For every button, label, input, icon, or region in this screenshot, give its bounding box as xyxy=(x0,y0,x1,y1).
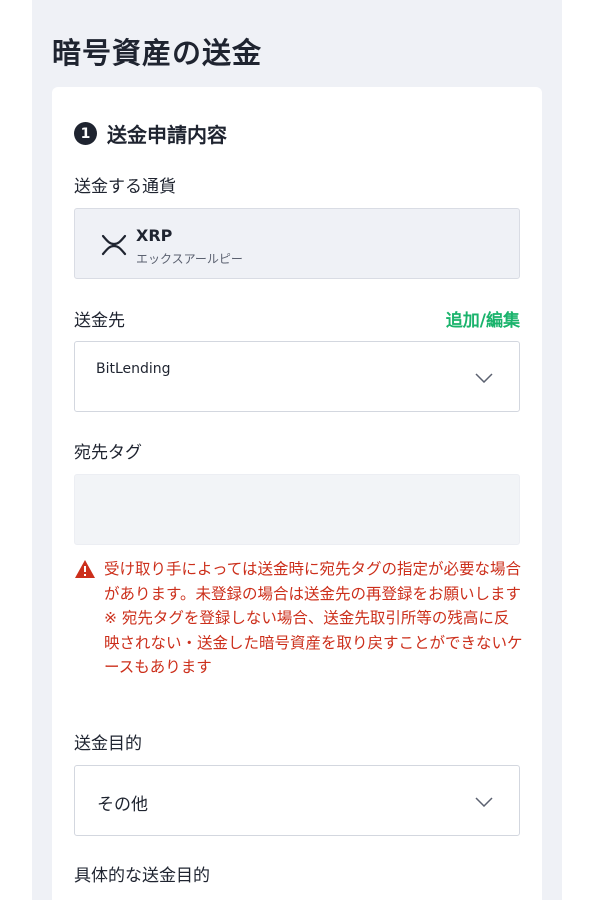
xrp-icon xyxy=(101,234,127,256)
purpose-select[interactable]: その他 xyxy=(74,765,520,836)
section-title: 送金申請内容 xyxy=(107,123,227,147)
page-title: 暗号資産の送金 xyxy=(52,36,263,70)
warning-text-main: 受け取り手によっては送金時に宛先タグの指定が必要な場合があります。未登録の場合は… xyxy=(104,560,521,603)
currency-label: 送金する通貨 xyxy=(74,177,176,197)
currency-display: XRP エックスアールピー xyxy=(74,208,520,279)
destination-tag-input[interactable] xyxy=(74,474,520,545)
destination-label: 送金先 xyxy=(74,311,125,331)
step-number-badge: 1 xyxy=(74,122,97,145)
chevron-down-icon xyxy=(475,797,493,807)
section-header: 1 送金申請内容 xyxy=(74,119,227,148)
currency-name: エックスアールピー xyxy=(136,252,243,266)
destination-tag-warning: 受け取り手によっては送金時に宛先タグの指定が必要な場合があります。未登録の場合は… xyxy=(74,557,524,680)
currency-code: XRP xyxy=(136,226,173,245)
warning-text-note: ※ 宛先タグを登録しない場合、送金先取引所等の残高に反映されない・送金した暗号資… xyxy=(104,609,523,676)
remittance-form-card: 1 送金申請内容 送金する通貨 XRP エックスアールピー 送金先 追加/編集 … xyxy=(52,87,542,900)
destination-select[interactable]: BitLending xyxy=(74,341,520,412)
purpose-detail-label: 具体的な送金目的 xyxy=(74,866,210,886)
chevron-down-icon xyxy=(475,373,493,383)
purpose-selected-value: その他 xyxy=(97,795,148,815)
add-edit-destination-link[interactable]: 追加/編集 xyxy=(446,306,520,331)
purpose-label: 送金目的 xyxy=(74,734,142,754)
warning-triangle-icon xyxy=(75,560,95,578)
destination-tag-label: 宛先タグ xyxy=(74,443,142,463)
page-container: 暗号資産の送金 1 送金申請内容 送金する通貨 XRP エックスアールピー 送金… xyxy=(32,0,562,900)
destination-selected-value: BitLending xyxy=(96,361,171,377)
